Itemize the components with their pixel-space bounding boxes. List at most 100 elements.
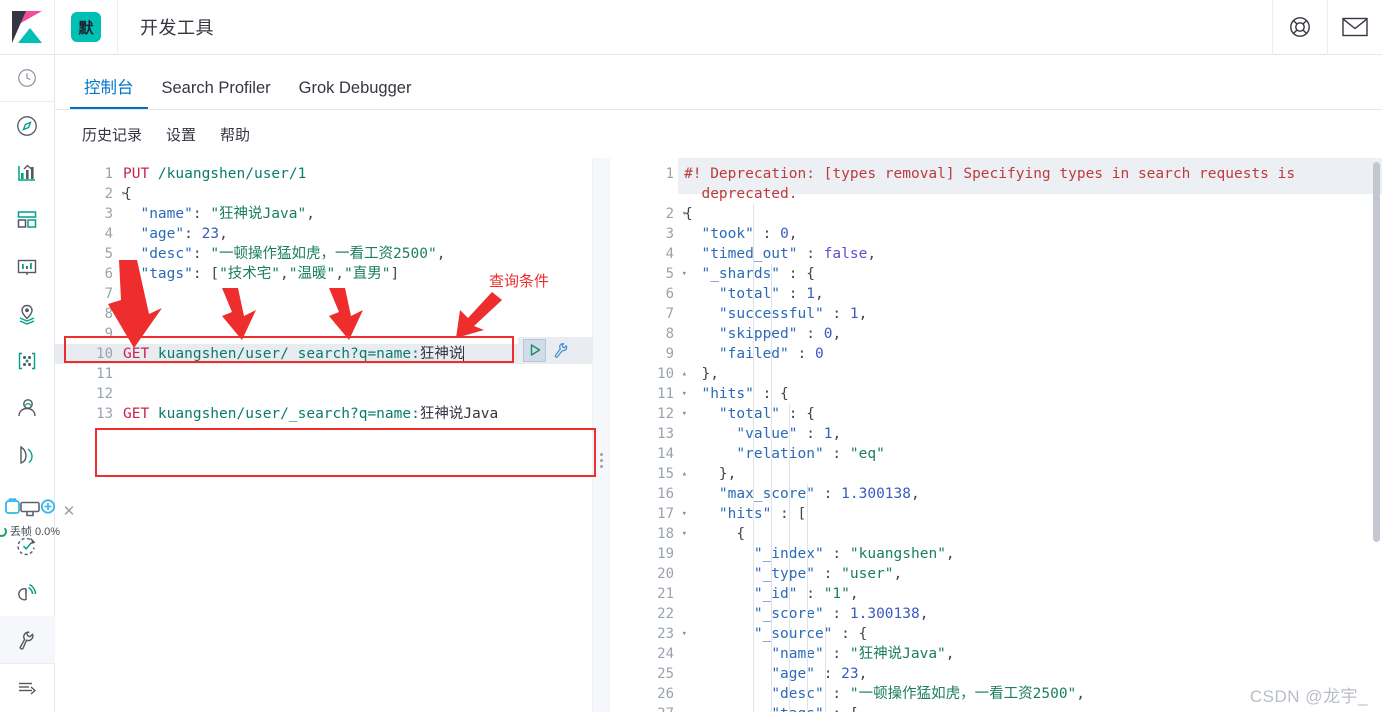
sidebar-item-machine-learning[interactable] — [0, 384, 55, 431]
tab-grok-debugger[interactable]: Grok Debugger — [285, 79, 426, 109]
code-token: "一顿操作猛如虎，一看工资2500" — [849, 686, 1077, 702]
code-line: "successful" : 1, — [678, 304, 1382, 324]
send-request-button[interactable] — [523, 338, 546, 362]
code-token: : { — [780, 266, 815, 282]
code-token: /kuangshen/user/1 — [149, 166, 307, 182]
submenu-item-settings[interactable]: 设置 — [154, 124, 208, 145]
canvas-icon — [17, 259, 37, 275]
code-line: { — [117, 184, 592, 204]
code-token: : — [823, 606, 850, 622]
sidebar-item-apm[interactable] — [0, 569, 55, 616]
code-line: "max_score" : 1.300138, — [678, 484, 1382, 504]
gutter-line-number: 23 ▾ — [657, 626, 687, 642]
submenu-item-history[interactable]: 历史记录 — [70, 124, 154, 145]
code-token: : — [797, 246, 824, 262]
wrench-icon — [19, 631, 34, 650]
sidebar-item-canvas[interactable] — [0, 243, 55, 290]
code-token: : — [797, 426, 824, 442]
code-token: 1.300138 — [841, 486, 911, 502]
code-token: 23 — [841, 666, 859, 682]
code-token: , — [911, 486, 920, 502]
response-viewer-pane[interactable]: 1 2 ▾ 3 4 5 ▾ 6 7 8 9 10 ▴ 11 ▾ 12 ▾ 13 14 15 ▴ 16 17 ▾ 18 ▾ 19 20 2… — [610, 158, 1382, 715]
sidebar-item-dashboard[interactable] — [0, 196, 55, 243]
gutter-line-number: 8 — [104, 306, 113, 322]
gutter-line-number: 6 — [104, 266, 113, 282]
tab-console[interactable]: 控制台 — [70, 74, 148, 109]
map-marker-icon — [19, 304, 35, 325]
code-token: "hits" — [701, 386, 754, 402]
bar-chart-icon — [18, 164, 35, 181]
sidebar-item-graph[interactable] — [0, 337, 55, 384]
wrench-icon — [554, 343, 568, 358]
request-options-button[interactable] — [550, 339, 572, 361]
console-submenu: 历史记录 设置 帮助 — [55, 110, 1382, 158]
submenu-item-help[interactable]: 帮助 — [208, 124, 262, 145]
code-line: GET kuangshen/user/_search?q=name:狂神说Jav… — [117, 404, 592, 424]
feedback-mail-button[interactable] — [1327, 0, 1382, 55]
dev-tools-tabs: 控制台 Search Profiler Grok Debugger — [55, 55, 1382, 110]
gutter-line-number: 13 — [96, 406, 113, 422]
top-header-bar: 默 开发工具 — [0, 0, 1382, 55]
code-line: "_source" : { — [678, 624, 1382, 644]
sidebar-item-recently-viewed[interactable] — [0, 55, 55, 102]
code-token: false — [823, 246, 868, 262]
code-token: "_source" — [753, 626, 833, 642]
help-button[interactable] — [1272, 0, 1327, 55]
code-token: GET — [123, 406, 150, 422]
text-cursor — [463, 346, 465, 361]
code-line: "total" : 1, — [678, 284, 1382, 304]
code-token: 0 — [780, 226, 789, 242]
request-code-area[interactable]: PUT /kuangshen/user/1 { "name": "狂神说Java"… — [117, 158, 592, 715]
collapse-arrow-icon — [19, 682, 37, 695]
code-line: "value" : 1, — [678, 424, 1382, 444]
gutter-line-number: 18 ▾ — [657, 526, 687, 542]
kibana-dev-tools-page: 默 开发工具 控制台 Search Profiler Grok Debugger… — [0, 0, 1382, 715]
sidebar-item-visualize[interactable] — [0, 149, 55, 196]
code-token: kuangshen/user/_search?q=name: — [149, 406, 420, 422]
pane-resize-handle[interactable] — [592, 158, 610, 715]
sidebar-item-discover[interactable] — [0, 102, 55, 149]
code-token: : [ — [771, 506, 807, 522]
code-token: , — [832, 326, 842, 342]
sidebar-item-collapse-nav[interactable] — [0, 663, 55, 710]
gutter-line-number: 12 ▾ — [657, 406, 687, 422]
code-token: , — [219, 226, 228, 242]
sidebar-item-maps[interactable] — [0, 290, 55, 337]
code-line: "skipped" : 0, — [678, 324, 1382, 344]
recorder-close-button[interactable]: ✕ — [62, 504, 76, 519]
sidebar-item-dev-tools[interactable] — [0, 616, 55, 663]
response-gutter: 1 2 ▾ 3 4 5 ▾ 6 7 8 9 10 ▴ 11 ▾ 12 ▾ 13 14 15 ▴ 16 17 ▾ 18 ▾ 19 20 2… — [610, 158, 687, 715]
code-token: 狂神说Java — [419, 406, 499, 422]
code-token: { — [684, 206, 693, 222]
request-editor-pane[interactable]: 1 2 ▾ 3 4 5 6 7 ▴ 8 9 10 11 12 13 PUT /kuangshen/user/… — [55, 158, 592, 715]
response-vertical-scrollbar[interactable] — [1373, 162, 1380, 542]
code-token: : — [797, 326, 824, 342]
code-token: , — [849, 586, 859, 602]
code-line: "age" : 23, — [678, 664, 1382, 684]
kibana-home-link[interactable] — [0, 0, 55, 55]
request-gutter: 1 2 ▾ 3 4 5 6 7 ▴ 8 9 10 11 12 13 — [55, 158, 126, 715]
code-token: : — [823, 546, 850, 562]
recorder-status-text: 丢帧 0.0% — [9, 526, 61, 538]
sidebar-item-infrastructure[interactable] — [0, 431, 55, 478]
code-token: "技术宅" — [219, 266, 281, 282]
code-token: , — [858, 666, 868, 682]
tab-search-profiler[interactable]: Search Profiler — [148, 79, 285, 109]
space-selector[interactable]: 默 — [55, 0, 118, 55]
gutter-line-number: 3 — [104, 206, 113, 222]
code-token: "skipped" — [718, 326, 798, 342]
gutter-line-number: 6 — [665, 286, 674, 302]
gutter-line-number: 8 — [665, 326, 674, 342]
gutter-line-number: 1 — [665, 166, 674, 182]
primary-nav-rail — [0, 55, 55, 715]
